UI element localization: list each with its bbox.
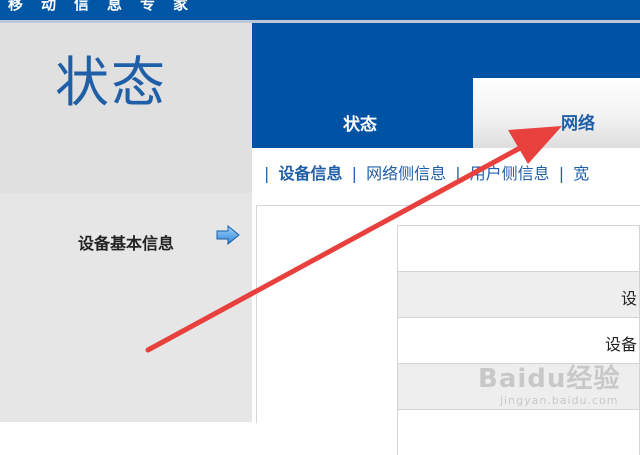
device-info-table: 设 设备 xyxy=(397,225,640,455)
subnav-item-device-info[interactable]: 设备信息 xyxy=(278,164,342,183)
table-row xyxy=(397,225,640,271)
watermark-logo-text: Baidu经验 xyxy=(478,364,621,394)
subnav-item-network-side-info[interactable]: 网络侧信息 xyxy=(366,164,446,183)
watermark: Baidu经验 jingyan.baidu.com xyxy=(478,358,634,414)
subnav-separator: | xyxy=(351,164,357,183)
sidebar-item-device-basic-info[interactable]: 设备基本信息 xyxy=(78,230,174,254)
subnav-separator: | xyxy=(264,164,270,183)
arrow-right-icon xyxy=(216,225,240,245)
subnav-separator: | xyxy=(455,164,461,183)
top-banner: 移动信息专家 xyxy=(0,0,640,20)
tab-network[interactable]: 网络 xyxy=(473,78,640,148)
subnav-item-broadband[interactable]: 宽 xyxy=(573,164,589,183)
page-title: 状态 xyxy=(55,51,167,114)
watermark-url: jingyan.baidu.com xyxy=(500,394,619,407)
sidebar xyxy=(0,193,252,422)
table-row: 设 xyxy=(397,271,640,317)
subnav-item-user-side-info[interactable]: 用户侧信息 xyxy=(470,164,550,183)
top-banner-text: 移动信息专家 xyxy=(8,0,207,13)
table-row xyxy=(397,409,640,455)
tab-status[interactable]: 状态 xyxy=(343,110,377,135)
table-cell: 设 xyxy=(620,289,637,308)
sub-navigation: | 设备信息 | 网络侧信息 | 用户侧信息 | 宽 xyxy=(252,148,640,193)
tab-network-label: 网络 xyxy=(561,114,595,134)
table-row: 设备 xyxy=(397,317,640,363)
sub-navigation-row: | 设备信息 | 网络侧信息 | 用户侧信息 | 宽 xyxy=(260,160,589,184)
table-cell: 设备 xyxy=(604,335,637,354)
subnav-separator: | xyxy=(558,164,565,183)
